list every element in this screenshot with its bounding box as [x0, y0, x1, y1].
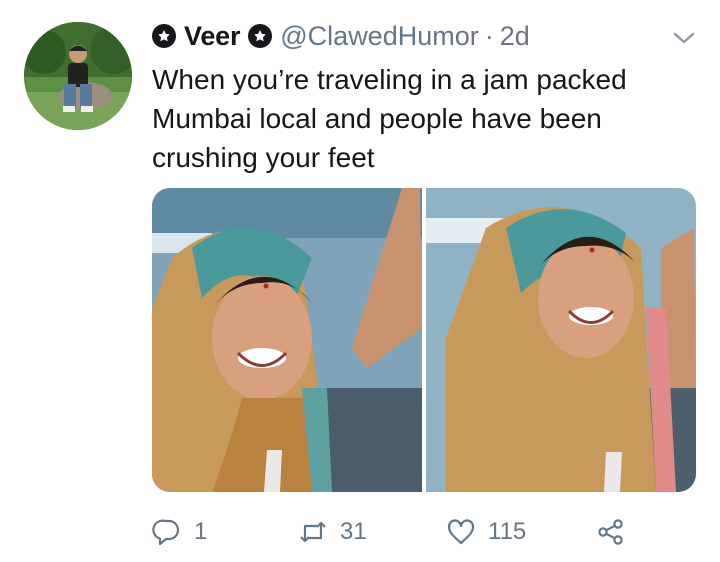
share-icon — [598, 519, 623, 545]
avatar[interactable] — [24, 22, 132, 130]
share-button[interactable] — [596, 512, 626, 552]
user-handle[interactable]: @ClawedHumor — [280, 21, 478, 52]
reply-count: 1 — [194, 518, 208, 545]
retweet-icon — [300, 521, 326, 543]
tweet-header: Veer @ClawedHumor · 2d — [152, 18, 530, 54]
media-image-left[interactable] — [152, 188, 422, 492]
separator-dot: · — [484, 20, 494, 51]
retweet-button[interactable]: 31 — [298, 512, 367, 552]
user-name[interactable]: Veer — [184, 21, 240, 52]
media-image-right[interactable] — [426, 188, 696, 492]
tweet-actions: 1 31 115 — [152, 512, 672, 552]
heart-icon — [447, 519, 475, 545]
tweet-card[interactable]: Veer @ClawedHumor · 2d When you’re trave… — [0, 0, 720, 562]
like-count: 115 — [488, 518, 527, 545]
media-grid[interactable] — [152, 188, 696, 492]
tweet-timestamp[interactable]: 2d — [500, 21, 530, 52]
tweet-text: When you’re traveling in a jam packed Mu… — [152, 64, 627, 173]
star-badge-icon — [152, 24, 176, 48]
retweet-count: 31 — [340, 518, 367, 545]
chevron-down-icon[interactable] — [672, 30, 696, 46]
reply-icon — [152, 519, 180, 546]
reply-button[interactable]: 1 — [152, 512, 207, 552]
star-badge-icon — [248, 24, 273, 48]
like-button[interactable]: 115 — [446, 512, 526, 552]
